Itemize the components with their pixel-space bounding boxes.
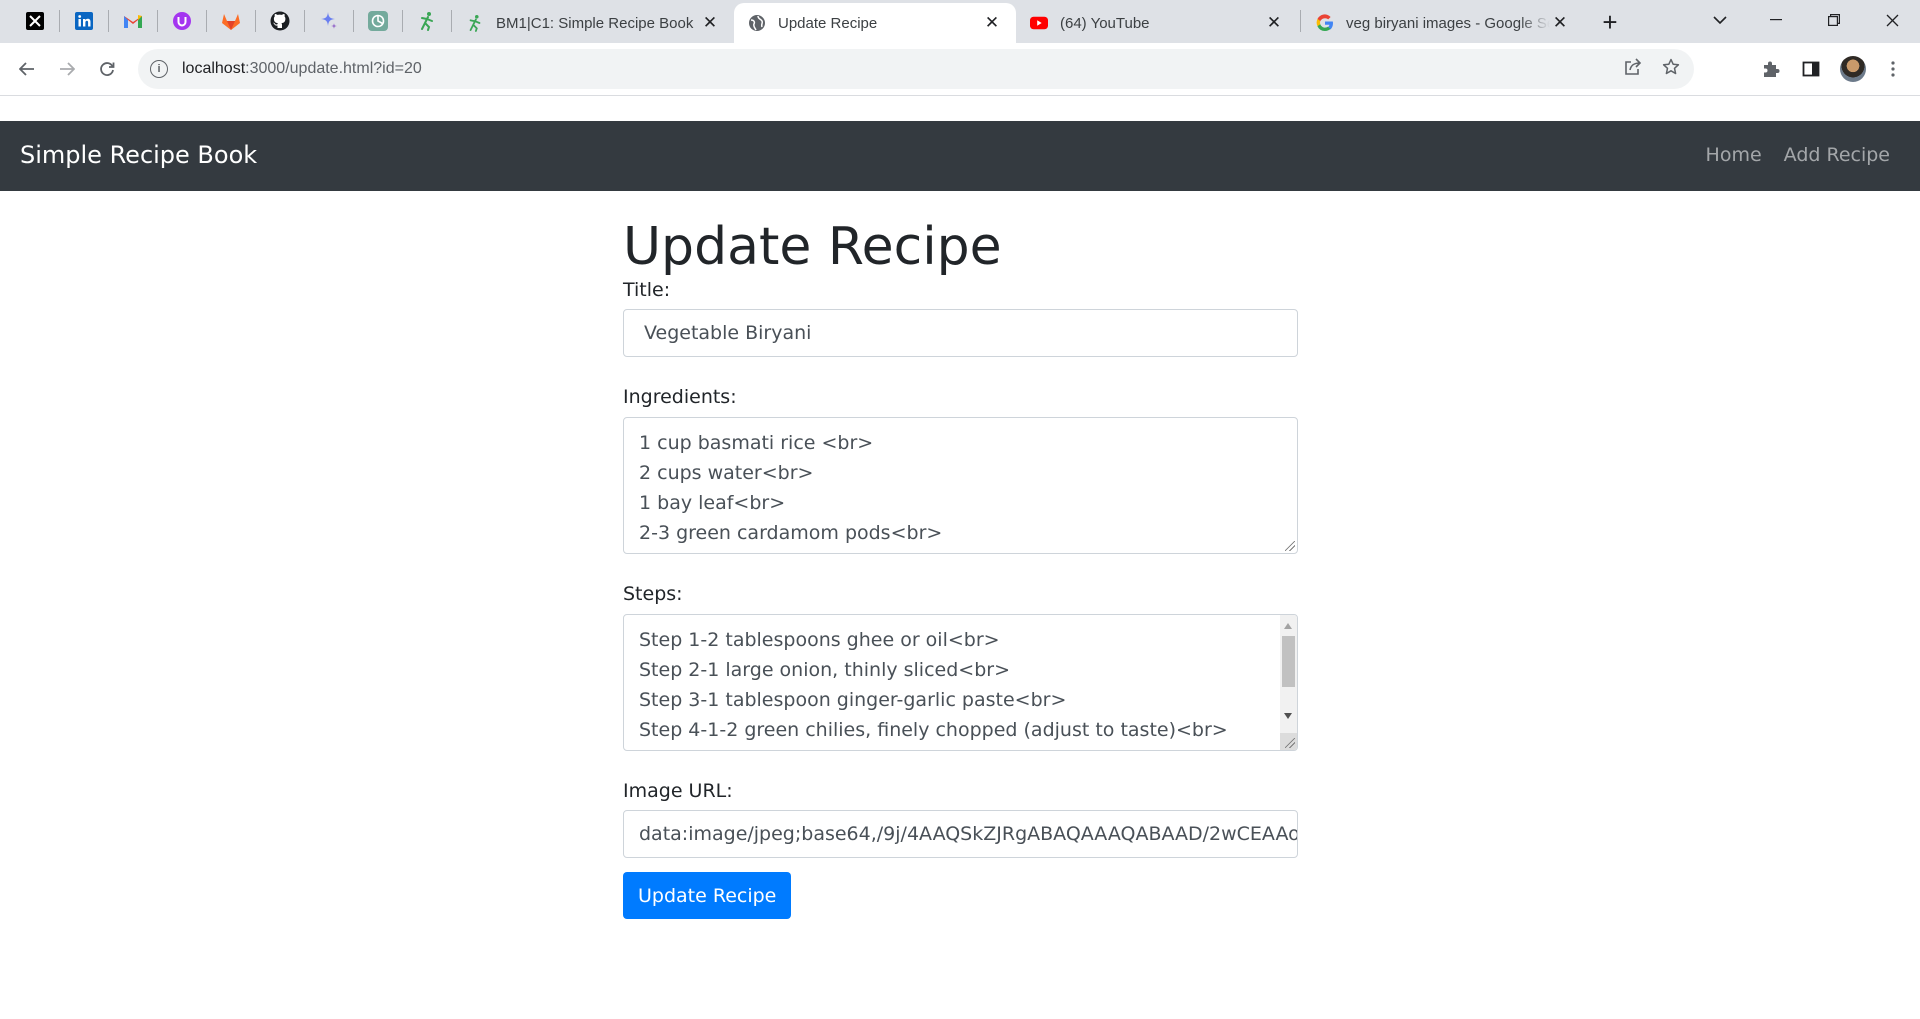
minimize-button[interactable] — [1748, 0, 1804, 40]
address-url[interactable]: localhost:3000/update.html?id=20 — [182, 60, 422, 78]
tab-title: (64) YouTube — [1060, 14, 1150, 32]
steps-scrollbar[interactable] — [1280, 615, 1297, 750]
share-icon[interactable] — [1624, 57, 1642, 81]
tab-update-recipe[interactable]: Update Recipe ✕ — [734, 3, 1016, 43]
tab-title: BM1|C1: Simple Recipe Book — [496, 14, 694, 32]
gitlab-icon[interactable] — [207, 5, 255, 37]
nav-link-home[interactable]: Home — [1706, 144, 1762, 166]
image-url-input[interactable]: data:image/jpeg;base64,/9j/4AAQSkZJRgABA… — [623, 810, 1298, 858]
browser-toolbar: i localhost:3000/update.html?id=20 — [0, 43, 1920, 96]
steps-line: Step 2-1 large onion, thinly sliced<br> — [639, 659, 1010, 681]
back-arrow-icon[interactable] — [11, 53, 43, 85]
close-icon[interactable]: ✕ — [700, 13, 720, 33]
new-tab-button[interactable]: + — [1596, 7, 1624, 37]
scroll-down-arrow-icon[interactable] — [1284, 713, 1292, 719]
stickman-app-icon — [466, 14, 484, 32]
close-icon[interactable]: ✕ — [982, 13, 1002, 33]
title-label: Title: — [623, 279, 671, 301]
close-icon[interactable]: ✕ — [1550, 13, 1570, 33]
site-navbar: Simple Recipe Book Home Add Recipe — [0, 121, 1920, 191]
gemini-icon[interactable] — [305, 5, 353, 37]
ingredients-line: 2-3 green cardamom pods<br> — [639, 522, 943, 544]
close-icon[interactable]: ✕ — [1264, 13, 1284, 33]
restore-button[interactable] — [1806, 0, 1862, 40]
brand-link[interactable]: Simple Recipe Book — [20, 141, 257, 169]
address-bar[interactable]: i localhost:3000/update.html?id=20 — [138, 49, 1694, 89]
page-content: Simple Recipe Book Home Add Recipe Updat… — [0, 97, 1920, 1019]
ingredients-label: Ingredients: — [623, 386, 737, 408]
nav-link-add-recipe[interactable]: Add Recipe — [1784, 144, 1890, 166]
scrollbar-thumb[interactable] — [1282, 636, 1295, 687]
ingredients-textarea[interactable]: 1 cup basmati rice <br> 2 cups water<br>… — [623, 417, 1298, 554]
steps-line: Step 3-1 tablespoon ginger-garlic paste<… — [639, 689, 1067, 711]
tab-search-chevron-icon[interactable] — [1692, 0, 1748, 40]
steps-label: Steps: — [623, 583, 683, 605]
x-twitter-icon[interactable] — [11, 5, 59, 37]
resize-handle[interactable] — [1285, 541, 1295, 551]
reload-icon[interactable] — [91, 53, 123, 85]
tab-title: veg biryani images - Google Se — [1346, 14, 1550, 32]
tab-title: Update Recipe — [778, 14, 878, 32]
close-window-button[interactable] — [1864, 0, 1920, 40]
forward-arrow-icon[interactable] — [51, 53, 83, 85]
github-icon[interactable] — [256, 5, 304, 37]
update-recipe-button[interactable]: Update Recipe — [623, 872, 792, 919]
tab-recipe-book[interactable]: BM1|C1: Simple Recipe Book ✕ — [452, 3, 734, 43]
scroll-up-arrow-icon[interactable] — [1284, 623, 1292, 629]
profile-avatar[interactable] — [1840, 56, 1866, 82]
steps-line: Step 4-1-2 green chilies, finely chopped… — [639, 719, 1228, 741]
gmail-icon[interactable] — [109, 5, 157, 37]
page-title: Update Recipe — [623, 217, 1002, 277]
extensions-puzzle-icon[interactable] — [1757, 55, 1785, 83]
youtube-icon — [1030, 14, 1048, 32]
bookmark-star-icon[interactable] — [1662, 58, 1680, 81]
more-menu-icon[interactable] — [1879, 55, 1907, 83]
google-icon — [1316, 14, 1334, 32]
resize-handle[interactable] — [1285, 738, 1295, 748]
tab-google-search[interactable]: veg biryani images - Google Se ✕ — [1302, 3, 1584, 43]
udemy-icon[interactable] — [158, 5, 206, 37]
linkedin-icon[interactable] — [60, 5, 108, 37]
browser-tab-strip: BM1|C1: Simple Recipe Book ✕ Update Reci… — [0, 0, 1920, 43]
ingredients-line: 1 bay leaf<br> — [639, 492, 786, 514]
stickman-app-icon[interactable] — [403, 5, 451, 37]
globe-icon — [748, 14, 766, 32]
ingredients-line: 1 cup basmati rice <br> — [639, 432, 874, 454]
side-panel-icon[interactable] — [1797, 55, 1825, 83]
steps-line: Step 1-2 tablespoons ghee or oil<br> — [639, 629, 1000, 651]
site-info-icon[interactable]: i — [150, 60, 168, 78]
image-url-label: Image URL: — [623, 780, 733, 802]
title-input[interactable]: Vegetable Biryani — [623, 309, 1298, 357]
chatgpt-icon[interactable] — [354, 5, 402, 37]
steps-textarea[interactable]: Step 1-2 tablespoons ghee or oil<br> Ste… — [623, 614, 1298, 751]
tab-youtube[interactable]: (64) YouTube ✕ — [1016, 3, 1298, 43]
ingredients-line: 2 cups water<br> — [639, 462, 814, 484]
